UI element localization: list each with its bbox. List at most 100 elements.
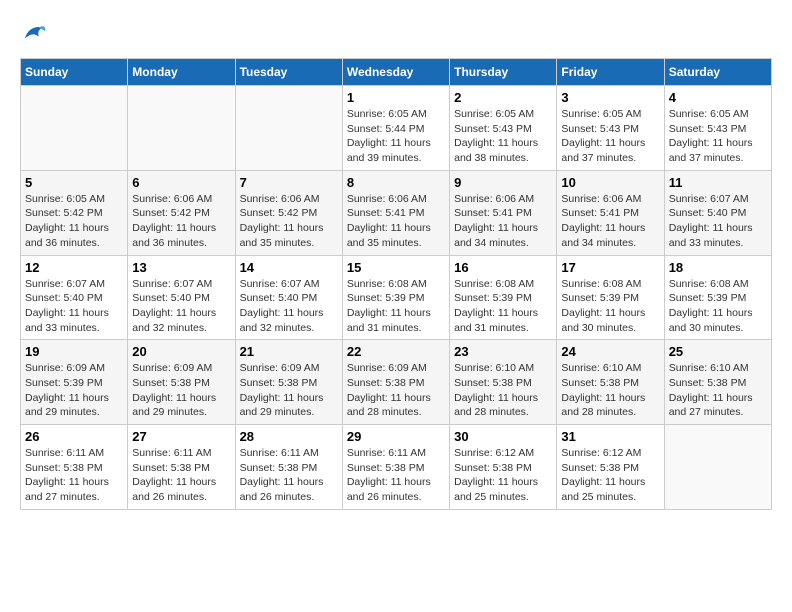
day-info: Sunrise: 6:10 AMSunset: 5:38 PMDaylight:… <box>561 361 659 420</box>
day-number: 11 <box>669 175 767 190</box>
calendar-cell: 24 Sunrise: 6:10 AMSunset: 5:38 PMDayligh… <box>557 340 664 425</box>
calendar-cell: 30 Sunrise: 6:12 AMSunset: 5:38 PMDayligh… <box>450 425 557 510</box>
day-number: 1 <box>347 90 445 105</box>
day-number: 4 <box>669 90 767 105</box>
calendar-cell: 15 Sunrise: 6:08 AMSunset: 5:39 PMDayligh… <box>342 255 449 340</box>
day-info: Sunrise: 6:08 AMSunset: 5:39 PMDaylight:… <box>454 277 552 336</box>
day-info: Sunrise: 6:09 AMSunset: 5:39 PMDaylight:… <box>25 361 123 420</box>
calendar-cell: 29 Sunrise: 6:11 AMSunset: 5:38 PMDayligh… <box>342 425 449 510</box>
calendar-cell: 27 Sunrise: 6:11 AMSunset: 5:38 PMDayligh… <box>128 425 235 510</box>
calendar-cell: 21Sunrise: 6:09 AMSunset: 5:38 PMDayligh… <box>235 340 342 425</box>
day-number: 15 <box>347 260 445 275</box>
calendar-cell: 5 Sunrise: 6:05 AMSunset: 5:42 PMDaylight… <box>21 170 128 255</box>
day-info: Sunrise: 6:06 AMSunset: 5:42 PMDaylight:… <box>240 192 338 251</box>
calendar-cell: 3 Sunrise: 6:05 AMSunset: 5:43 PMDaylight… <box>557 86 664 171</box>
calendar-cell: 10Sunrise: 6:06 AMSunset: 5:41 PMDayligh… <box>557 170 664 255</box>
day-number: 8 <box>347 175 445 190</box>
calendar-cell: 12 Sunrise: 6:07 AMSunset: 5:40 PMDayligh… <box>21 255 128 340</box>
day-number: 16 <box>454 260 552 275</box>
day-info: Sunrise: 6:08 AMSunset: 5:39 PMDaylight:… <box>669 277 767 336</box>
day-info: Sunrise: 6:08 AMSunset: 5:39 PMDaylight:… <box>561 277 659 336</box>
weekday-header-row: SundayMondayTuesdayWednesdayThursdayFrid… <box>21 59 772 86</box>
calendar-cell: 31 Sunrise: 6:12 AMSunset: 5:38 PMDayligh… <box>557 425 664 510</box>
day-number: 31 <box>561 429 659 444</box>
day-info: Sunrise: 6:09 AMSunset: 5:38 PMDaylight:… <box>347 361 445 420</box>
weekday-header-saturday: Saturday <box>664 59 771 86</box>
day-info: Sunrise: 6:07 AMSunset: 5:40 PMDaylight:… <box>240 277 338 336</box>
weekday-header-thursday: Thursday <box>450 59 557 86</box>
page-header <box>20 20 772 48</box>
day-number: 27 <box>132 429 230 444</box>
calendar-cell: 2 Sunrise: 6:05 AMSunset: 5:43 PMDaylight… <box>450 86 557 171</box>
day-number: 20 <box>132 344 230 359</box>
day-number: 30 <box>454 429 552 444</box>
day-number: 6 <box>132 175 230 190</box>
day-info: Sunrise: 6:12 AMSunset: 5:38 PMDaylight:… <box>454 446 552 505</box>
calendar-cell: 19Sunrise: 6:09 AMSunset: 5:39 PMDayligh… <box>21 340 128 425</box>
day-info: Sunrise: 6:10 AMSunset: 5:38 PMDaylight:… <box>669 361 767 420</box>
day-number: 9 <box>454 175 552 190</box>
calendar-cell: 6 Sunrise: 6:06 AMSunset: 5:42 PMDaylight… <box>128 170 235 255</box>
calendar-cell <box>235 86 342 171</box>
calendar-cell: 18 Sunrise: 6:08 AMSunset: 5:39 PMDayligh… <box>664 255 771 340</box>
day-number: 7 <box>240 175 338 190</box>
calendar-cell: 14 Sunrise: 6:07 AMSunset: 5:40 PMDayligh… <box>235 255 342 340</box>
day-info: Sunrise: 6:12 AMSunset: 5:38 PMDaylight:… <box>561 446 659 505</box>
weekday-header-wednesday: Wednesday <box>342 59 449 86</box>
day-info: Sunrise: 6:05 AMSunset: 5:42 PMDaylight:… <box>25 192 123 251</box>
day-info: Sunrise: 6:05 AMSunset: 5:43 PMDaylight:… <box>561 107 659 166</box>
calendar-cell: 17 Sunrise: 6:08 AMSunset: 5:39 PMDayligh… <box>557 255 664 340</box>
calendar-cell: 11 Sunrise: 6:07 AMSunset: 5:40 PMDayligh… <box>664 170 771 255</box>
calendar-cell: 20 Sunrise: 6:09 AMSunset: 5:38 PMDayligh… <box>128 340 235 425</box>
day-info: Sunrise: 6:11 AMSunset: 5:38 PMDaylight:… <box>132 446 230 505</box>
day-number: 24 <box>561 344 659 359</box>
day-number: 12 <box>25 260 123 275</box>
day-number: 22 <box>347 344 445 359</box>
day-info: Sunrise: 6:08 AMSunset: 5:39 PMDaylight:… <box>347 277 445 336</box>
day-number: 18 <box>669 260 767 275</box>
day-info: Sunrise: 6:07 AMSunset: 5:40 PMDaylight:… <box>669 192 767 251</box>
calendar-cell: 25 Sunrise: 6:10 AMSunset: 5:38 PMDayligh… <box>664 340 771 425</box>
day-number: 3 <box>561 90 659 105</box>
day-info: Sunrise: 6:05 AMSunset: 5:43 PMDaylight:… <box>454 107 552 166</box>
calendar-cell: 4 Sunrise: 6:05 AMSunset: 5:43 PMDaylight… <box>664 86 771 171</box>
day-number: 14 <box>240 260 338 275</box>
calendar-cell <box>128 86 235 171</box>
logo <box>20 20 52 48</box>
day-info: Sunrise: 6:06 AMSunset: 5:41 PMDaylight:… <box>454 192 552 251</box>
calendar-cell: 7 Sunrise: 6:06 AMSunset: 5:42 PMDaylight… <box>235 170 342 255</box>
day-info: Sunrise: 6:05 AMSunset: 5:44 PMDaylight:… <box>347 107 445 166</box>
day-number: 23 <box>454 344 552 359</box>
day-info: Sunrise: 6:06 AMSunset: 5:41 PMDaylight:… <box>347 192 445 251</box>
day-number: 26 <box>25 429 123 444</box>
day-info: Sunrise: 6:06 AMSunset: 5:42 PMDaylight:… <box>132 192 230 251</box>
calendar-cell: 13Sunrise: 6:07 AMSunset: 5:40 PMDayligh… <box>128 255 235 340</box>
calendar-cell: 28Sunrise: 6:11 AMSunset: 5:38 PMDayligh… <box>235 425 342 510</box>
day-info: Sunrise: 6:05 AMSunset: 5:43 PMDaylight:… <box>669 107 767 166</box>
day-number: 25 <box>669 344 767 359</box>
calendar-week-1: 1 Sunrise: 6:05 AMSunset: 5:44 PMDaylight… <box>21 86 772 171</box>
calendar-week-5: 26 Sunrise: 6:11 AMSunset: 5:38 PMDayligh… <box>21 425 772 510</box>
weekday-header-friday: Friday <box>557 59 664 86</box>
weekday-header-tuesday: Tuesday <box>235 59 342 86</box>
calendar-table: SundayMondayTuesdayWednesdayThursdayFrid… <box>20 58 772 510</box>
calendar-week-3: 12 Sunrise: 6:07 AMSunset: 5:40 PMDayligh… <box>21 255 772 340</box>
day-number: 29 <box>347 429 445 444</box>
day-info: Sunrise: 6:11 AMSunset: 5:38 PMDaylight:… <box>25 446 123 505</box>
day-number: 2 <box>454 90 552 105</box>
calendar-week-4: 19Sunrise: 6:09 AMSunset: 5:39 PMDayligh… <box>21 340 772 425</box>
day-info: Sunrise: 6:07 AMSunset: 5:40 PMDaylight:… <box>25 277 123 336</box>
calendar-cell: 23Sunrise: 6:10 AMSunset: 5:38 PMDayligh… <box>450 340 557 425</box>
weekday-header-monday: Monday <box>128 59 235 86</box>
day-info: Sunrise: 6:11 AMSunset: 5:38 PMDaylight:… <box>347 446 445 505</box>
calendar-cell: 22 Sunrise: 6:09 AMSunset: 5:38 PMDayligh… <box>342 340 449 425</box>
calendar-cell <box>21 86 128 171</box>
weekday-header-sunday: Sunday <box>21 59 128 86</box>
day-number: 5 <box>25 175 123 190</box>
calendar-cell: 16 Sunrise: 6:08 AMSunset: 5:39 PMDayligh… <box>450 255 557 340</box>
day-number: 13 <box>132 260 230 275</box>
day-number: 28 <box>240 429 338 444</box>
calendar-cell <box>664 425 771 510</box>
day-number: 17 <box>561 260 659 275</box>
day-info: Sunrise: 6:09 AMSunset: 5:38 PMDaylight:… <box>132 361 230 420</box>
